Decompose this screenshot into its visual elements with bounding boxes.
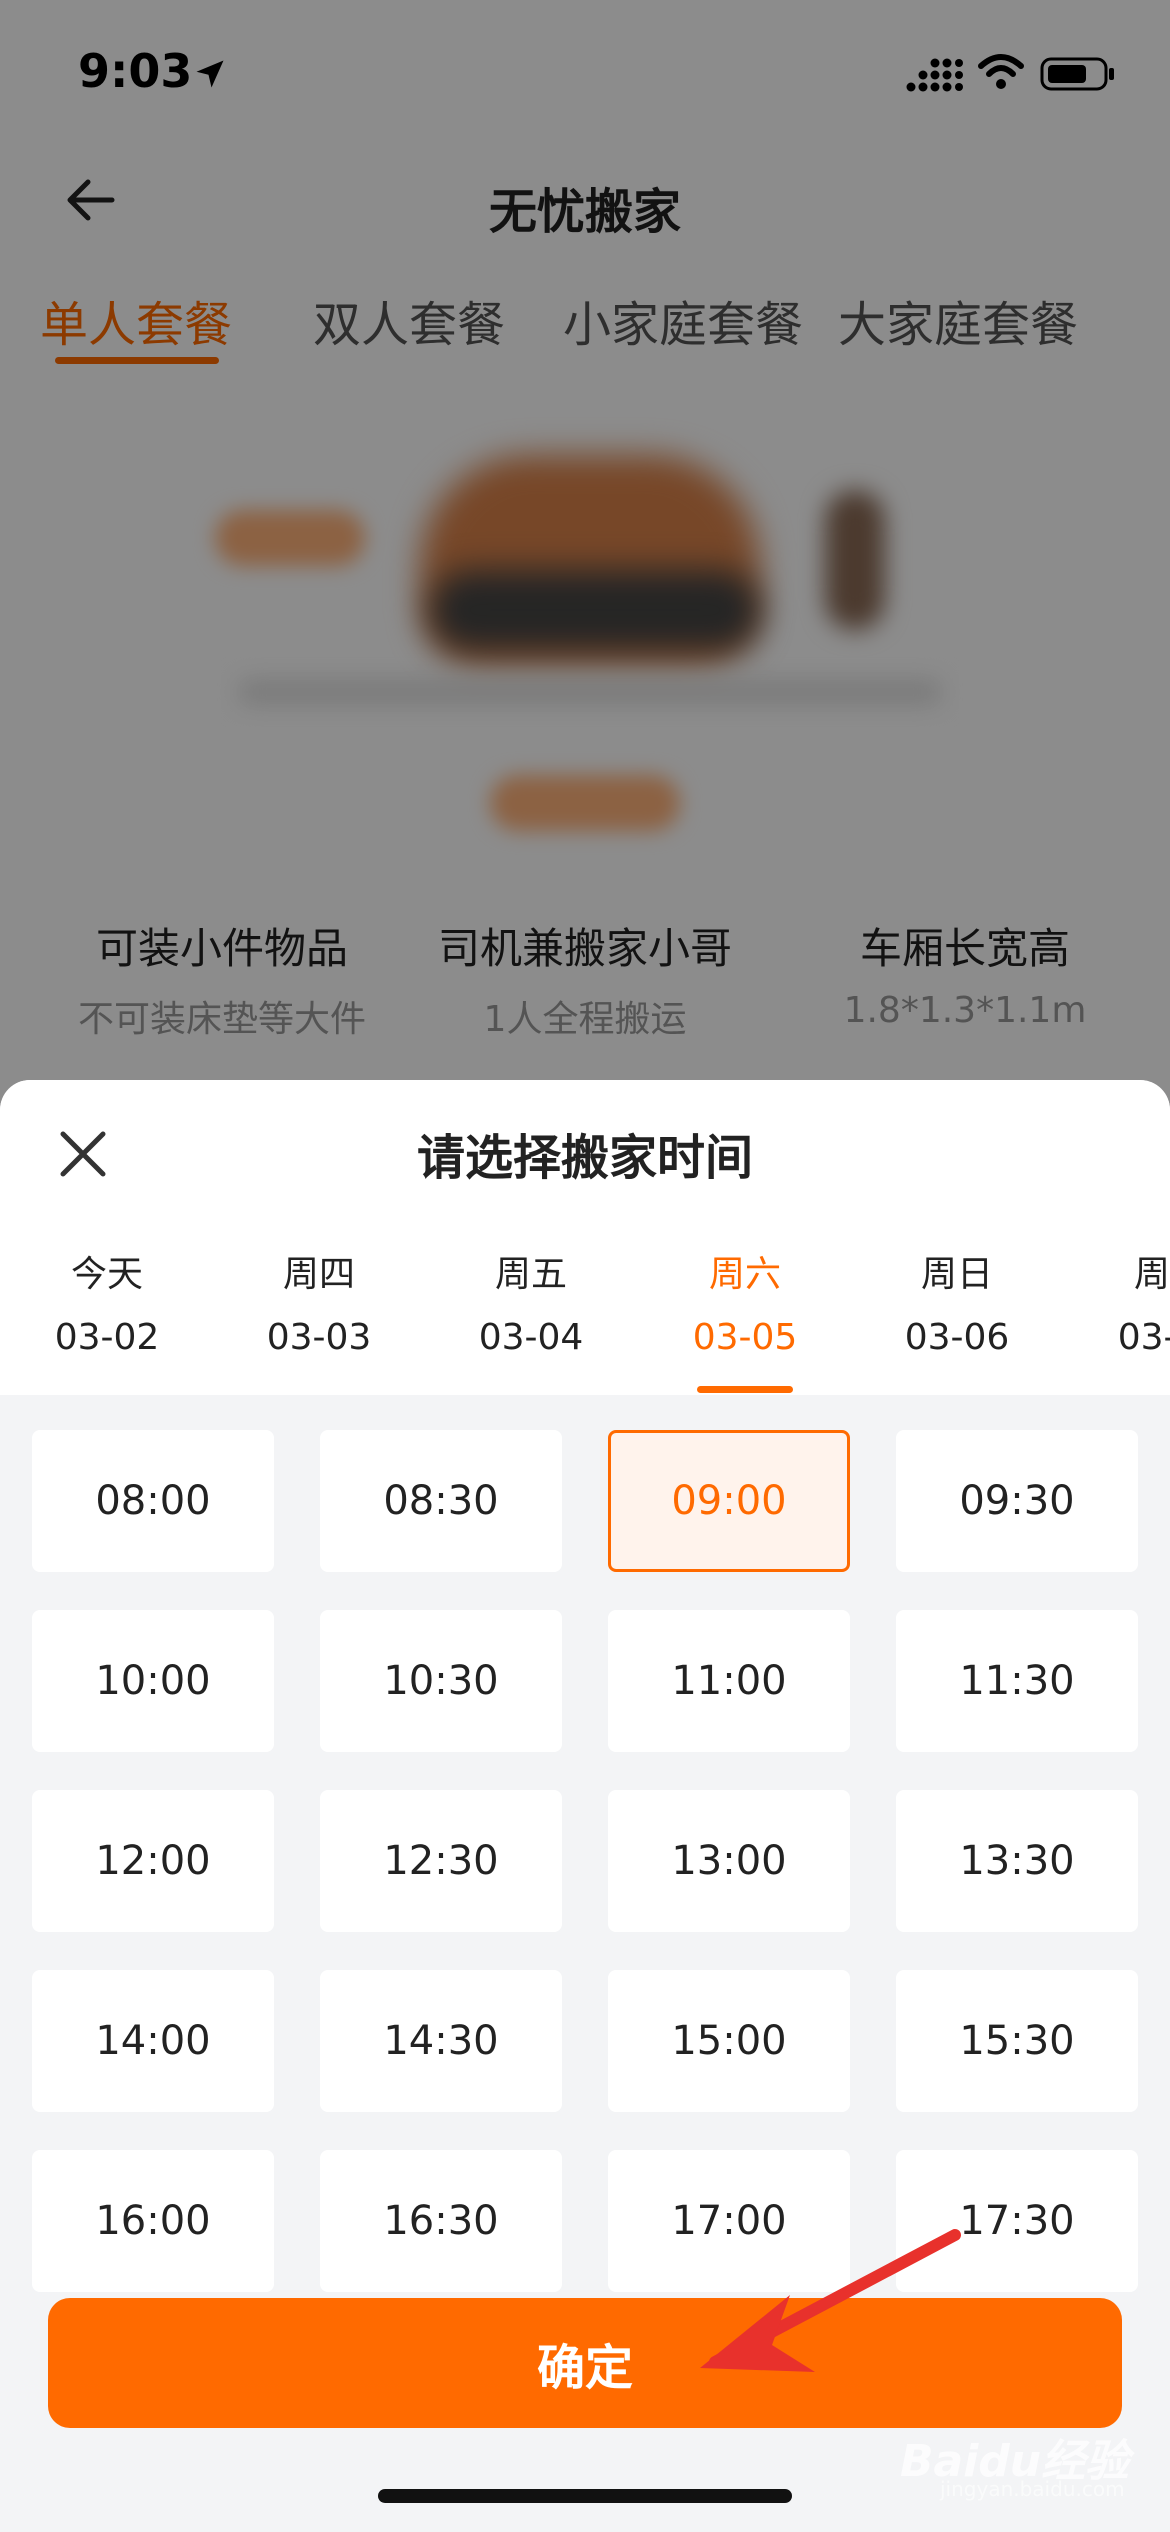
date-tab-date: 03-04 [478,1317,584,1358]
date-tab-weekday: 周一 [1133,1254,1170,1295]
time-slot[interactable]: 16:30 [320,2150,562,2292]
time-slot[interactable]: 10:00 [32,1610,274,1752]
home-indicator [378,2489,792,2503]
date-tab[interactable]: 周日 03-06 [857,1245,1057,1358]
date-tabs: 今天 03-02 周四 03-03 周五 03-04 周六 03-05 周日 0… [0,1245,1170,1395]
time-slot[interactable]: 16:00 [32,2150,274,2292]
time-slot[interactable]: 08:30 [320,1430,562,1572]
time-slot[interactable]: 11:30 [896,1610,1138,1752]
date-tab[interactable]: 今天 03-02 [7,1245,207,1358]
date-tab-date: 03-05 [692,1317,798,1358]
time-slot[interactable]: 17:00 [608,2150,850,2292]
time-slot[interactable]: 10:30 [320,1610,562,1752]
time-picker-sheet: 请选择搬家时间 今天 03-02 周四 03-03 周五 03-04 周六 03… [0,1080,1170,2532]
time-slot[interactable]: 15:30 [896,1970,1138,2112]
date-tab-indicator [697,1386,793,1393]
confirm-button[interactable]: 确定 [48,2298,1122,2428]
date-tab[interactable]: 周五 03-04 [431,1245,631,1358]
time-slot[interactable]: 14:30 [320,1970,562,2112]
date-tab-weekday: 周日 [920,1254,993,1295]
date-tab-selected[interactable]: 周六 03-05 [645,1245,845,1358]
time-slot[interactable]: 15:00 [608,1970,850,2112]
time-slot-selected[interactable]: 09:00 [608,1430,850,1572]
watermark-url: jingyan.baidu.com [940,2477,1125,2501]
time-slot[interactable]: 12:00 [32,1790,274,1932]
date-tab[interactable]: 周四 03-03 [219,1245,419,1358]
date-tab-date: 03-02 [54,1317,160,1358]
time-slot[interactable]: 12:30 [320,1790,562,1932]
time-slot[interactable]: 13:30 [896,1790,1138,1932]
date-tab-date: 03-07 [1117,1317,1170,1358]
time-slot[interactable]: 14:00 [32,1970,274,2112]
time-slot[interactable]: 13:00 [608,1790,850,1932]
date-tab-weekday: 周五 [494,1254,567,1295]
date-tab-weekday: 周六 [708,1254,781,1295]
date-tab-weekday: 今天 [70,1254,143,1295]
date-tab-weekday: 周四 [282,1254,355,1295]
date-tab-date: 03-06 [904,1317,1010,1358]
sheet-header: 请选择搬家时间 今天 03-02 周四 03-03 周五 03-04 周六 03… [0,1080,1170,1395]
time-slot[interactable]: 11:00 [608,1610,850,1752]
sheet-title: 请选择搬家时间 [416,1130,753,1186]
time-slot[interactable]: 09:30 [896,1430,1138,1572]
date-tab[interactable]: 周一 03-07 [1070,1245,1170,1358]
time-slot[interactable]: 08:00 [32,1430,274,1572]
baidu-watermark-logo: Baidu经验 jingyan.baidu.com [900,2415,1130,2505]
time-slot[interactable]: 17:30 [896,2150,1138,2292]
date-tab-date: 03-03 [266,1317,372,1358]
